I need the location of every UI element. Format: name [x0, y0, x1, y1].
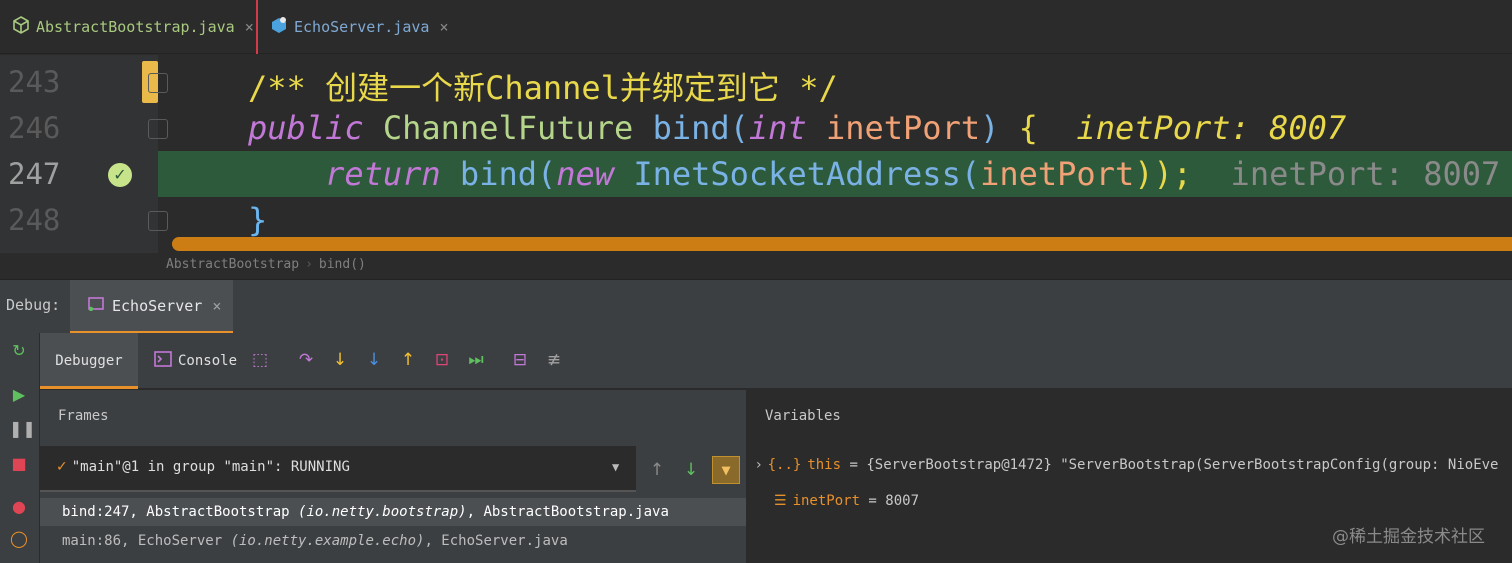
- thread-selector[interactable]: ✓ "main"@1 in group "main": RUNNING ▼: [40, 446, 636, 492]
- evaluate-expression-icon[interactable]: ⊟: [510, 350, 530, 370]
- primitive-icon: ☰: [774, 493, 787, 509]
- thread-label: "main"@1 in group "main": RUNNING: [71, 459, 350, 475]
- debug-session-tab[interactable]: EchoServer ×: [70, 280, 233, 334]
- thread-check-icon: ✓: [56, 459, 68, 475]
- force-step-into-icon[interactable]: ↓: [364, 350, 384, 370]
- debugger-toolbar: Debugger Console ⬚ ↷ ↓ ↓ ↑ ⊡ ⏭ ⊟ ≢: [40, 333, 1512, 389]
- breadcrumb: AbstractBootstrap › bind(): [0, 253, 1512, 279]
- code-comment: /** 创建一个新Channel并绑定到它 */: [248, 69, 838, 107]
- step-over-icon[interactable]: ↷: [296, 350, 316, 370]
- session-label: EchoServer: [112, 296, 203, 315]
- frames-panel: Frames ✓ "main"@1 in group "main": RUNNIN…: [40, 390, 746, 563]
- keyword: return: [325, 155, 441, 193]
- drop-frame-icon[interactable]: ⊡: [432, 350, 452, 370]
- frame-row[interactable]: main:86, EchoServer (io.netty.example.ec…: [40, 527, 746, 555]
- view-breakpoints-icon[interactable]: ●: [9, 497, 29, 517]
- breadcrumb-method[interactable]: bind(): [319, 257, 366, 272]
- frame-down-icon[interactable]: ↓: [678, 456, 704, 484]
- param-name: inetPort: [980, 155, 1135, 193]
- variable-name: inetPort: [792, 493, 860, 509]
- frame-row[interactable]: bind:247, AbstractBootstrap (io.netty.bo…: [40, 498, 746, 526]
- variable-row[interactable]: ☰ inetPort = 8007: [774, 490, 919, 512]
- tab-label: EchoServer.java: [294, 18, 430, 36]
- frames-title: Frames: [58, 408, 109, 424]
- line-number: 246: [8, 111, 61, 145]
- tab-abstract-bootstrap[interactable]: AbstractBootstrap.java ×: [0, 0, 258, 54]
- console-icon: [154, 351, 172, 371]
- editor-tab-bar: AbstractBootstrap.java × EchoServer.java…: [0, 0, 1512, 54]
- tab-console[interactable]: Console: [154, 351, 237, 371]
- console-label: Console: [178, 353, 238, 369]
- rerun-icon[interactable]: ↻: [9, 341, 29, 361]
- method-name: bind: [652, 109, 730, 147]
- object-icon: {..}: [767, 457, 802, 473]
- step-out-icon[interactable]: ↑: [398, 350, 418, 370]
- param-name: inetPort: [825, 109, 981, 147]
- breadcrumb-separator: ›: [305, 257, 313, 272]
- tab-label: AbstractBootstrap.java: [36, 18, 235, 36]
- code-line-247: 247 return bind(new InetSocketAddress(in…: [0, 151, 1512, 197]
- brace: {: [1018, 109, 1038, 147]
- paren: ): [980, 109, 1000, 147]
- type-name: InetSocketAddress: [633, 155, 961, 193]
- breadcrumb-class[interactable]: AbstractBootstrap: [166, 257, 299, 272]
- stop-icon[interactable]: ■: [9, 454, 29, 474]
- watermark: @稀土掘金技术社区: [1332, 527, 1485, 547]
- paren: (: [729, 109, 749, 147]
- java-class-icon: [12, 16, 30, 38]
- frame-package: (io.netty.bootstrap): [298, 504, 467, 520]
- type-name: ChannelFuture: [382, 109, 634, 147]
- line-number: 247: [8, 157, 61, 191]
- variable-row[interactable]: › {..} this = {ServerBootstrap@1472} "Serv…: [756, 454, 1499, 476]
- java-file-icon: [270, 16, 288, 38]
- variables-title: Variables: [765, 408, 841, 424]
- tab-debugger[interactable]: Debugger: [40, 333, 138, 389]
- close-session-icon[interactable]: ×: [212, 297, 221, 315]
- chevron-right-icon[interactable]: ›: [756, 457, 762, 473]
- close-tab-icon[interactable]: ×: [439, 18, 448, 36]
- inline-value-hint: inetPort: 8007: [1230, 155, 1501, 193]
- code-editor[interactable]: ✓ 243 /** 创建一个新Channel并绑定到它 */ 246 publi…: [0, 55, 1512, 253]
- run-to-cursor-icon[interactable]: ⏭: [466, 350, 486, 370]
- frame-package: (io.netty.example.echo): [230, 533, 425, 549]
- code-line-246: 246 public ChannelFuture bind(int inetPo…: [0, 105, 1512, 151]
- paren: (: [536, 155, 557, 193]
- mute-breakpoints-icon[interactable]: ◯: [9, 529, 29, 549]
- debug-label: Debug:: [6, 296, 61, 314]
- line-number: 248: [8, 203, 61, 237]
- brace: }: [248, 201, 268, 239]
- run-config-icon: [88, 296, 104, 315]
- inline-value-hint: inetPort: 8007: [1076, 109, 1347, 147]
- chevron-down-icon[interactable]: ▼: [612, 460, 619, 474]
- tab-echo-server[interactable]: EchoServer.java ×: [262, 0, 449, 54]
- frame-up-icon[interactable]: ↑: [644, 456, 670, 484]
- method-name: bind: [459, 155, 537, 193]
- close-tab-icon[interactable]: ×: [245, 18, 254, 36]
- debug-header: Debug: EchoServer ×: [0, 279, 1512, 334]
- frame-file: , EchoServer.java: [424, 533, 568, 549]
- horizontal-scrollbar[interactable]: [172, 237, 1512, 251]
- pause-icon[interactable]: ❚❚: [9, 419, 36, 439]
- debug-side-toolbar: ↻ ▶ ❚❚ ■ ● ◯: [0, 333, 40, 563]
- variable-name: this: [807, 457, 842, 473]
- variable-value: = {ServerBootstrap@1472} "ServerBootstra…: [841, 457, 1499, 473]
- filter-icon[interactable]: ▼: [712, 456, 740, 484]
- step-into-icon[interactable]: ↓: [330, 350, 350, 370]
- code-line-243: 243 /** 创建一个新Channel并绑定到它 */: [0, 59, 1512, 107]
- paren: (: [960, 155, 981, 193]
- layout-icon[interactable]: ⬚: [250, 350, 270, 370]
- keyword: new: [556, 155, 615, 193]
- trace-icon[interactable]: ≢: [544, 350, 564, 370]
- line-number: 243: [8, 65, 61, 99]
- frame-method: bind:247, AbstractBootstrap: [62, 504, 299, 520]
- keyword: int: [748, 109, 807, 147]
- variable-value: = 8007: [860, 493, 920, 509]
- resume-icon[interactable]: ▶: [9, 385, 29, 405]
- keyword: public: [248, 109, 364, 147]
- frame-file: , AbstractBootstrap.java: [466, 504, 669, 520]
- paren: ));: [1134, 155, 1193, 193]
- frame-method: main:86, EchoServer: [62, 533, 231, 549]
